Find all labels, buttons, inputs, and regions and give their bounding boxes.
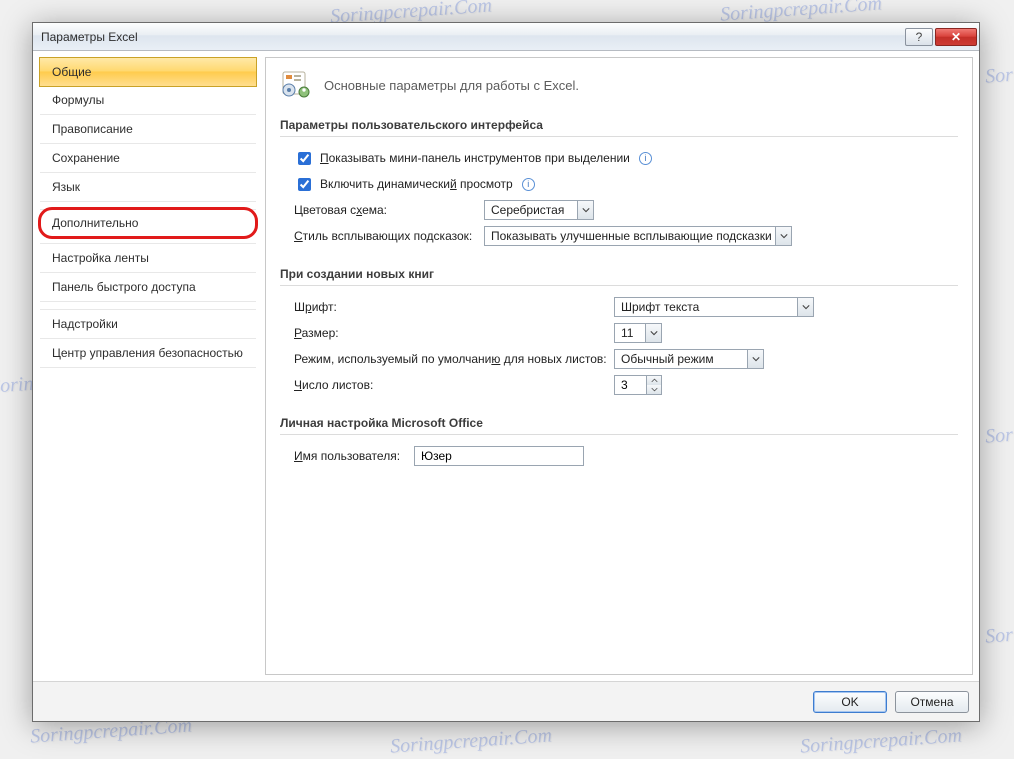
label-font: Шрифт: (294, 300, 614, 314)
sidebar-item-quick-access[interactable]: Панель быстрого доступа (40, 273, 256, 302)
label-default-view: Режим, используемый по умолчанию для нов… (294, 352, 614, 366)
spinner-up-icon[interactable] (647, 376, 661, 385)
page-header: Основные параметры для работы с Excel. (280, 64, 958, 114)
input-username[interactable]: Юзер (414, 446, 584, 466)
ok-button[interactable]: OK (813, 691, 887, 713)
section-personal: Личная настройка Microsoft Office Имя по… (280, 412, 958, 467)
close-button[interactable]: ✕ (935, 28, 977, 46)
row-tooltip-style: Стиль всплывающих подсказок: Показывать … (294, 225, 958, 247)
page-title: Основные параметры для работы с Excel. (324, 78, 579, 93)
options-dialog: Параметры Excel ? ✕ Общие Формулы Правоп… (32, 22, 980, 722)
chevron-down-icon (645, 324, 661, 342)
sidebar-item-trust-center[interactable]: Центр управления безопасностью (40, 339, 256, 368)
row-size: Размер: 11 (294, 322, 958, 344)
combo-default-view[interactable]: Обычный режим (614, 349, 764, 369)
combo-font[interactable]: Шрифт текста (614, 297, 814, 317)
close-icon: ✕ (951, 30, 961, 44)
row-default-view: Режим, используемый по умолчанию для нов… (294, 348, 958, 370)
combo-tooltip-style[interactable]: Показывать улучшенные всплывающие подска… (484, 226, 792, 246)
row-sheets: Число листов: 3 (294, 374, 958, 396)
spinner-down-icon[interactable] (647, 385, 661, 394)
sidebar-item-save[interactable]: Сохранение (40, 144, 256, 173)
chk-live-preview-row: Включить динамический просмотр i (294, 173, 958, 195)
section-newbook: При создании новых книг Шрифт: Шрифт тек… (280, 263, 958, 396)
options-icon (280, 70, 314, 100)
help-button[interactable]: ? (905, 28, 933, 46)
label-tooltip-style: Стиль всплывающих подсказок: (294, 229, 484, 243)
spinner-sheets[interactable]: 3 (614, 375, 662, 395)
combo-tooltip-style-value: Показывать улучшенные всплывающие подска… (491, 229, 772, 243)
chevron-down-icon (577, 201, 593, 219)
sidebar-item-advanced[interactable]: Дополнительно (38, 207, 258, 239)
sidebar-item-general[interactable]: Общие (39, 57, 257, 87)
sidebar-item-proofing[interactable]: Правописание (40, 115, 256, 144)
row-username: Имя пользователя: Юзер (294, 445, 958, 467)
sidebar-separator (40, 302, 256, 310)
label-size: Размер: (294, 326, 614, 340)
sidebar-item-language[interactable]: Язык (40, 173, 256, 202)
window-title: Параметры Excel (41, 30, 903, 44)
combo-size-value: 11 (621, 326, 633, 340)
sidebar-item-addins[interactable]: Надстройки (40, 310, 256, 339)
section-ui-title: Параметры пользовательского интерфейса (280, 114, 958, 137)
sidebar-item-formulas[interactable]: Формулы (40, 86, 256, 115)
chevron-down-icon (747, 350, 763, 368)
label-sheets: Число листов: (294, 378, 614, 392)
titlebar[interactable]: Параметры Excel ? ✕ (33, 23, 979, 51)
chk-live-preview[interactable] (298, 178, 311, 191)
dialog-body: Общие Формулы Правописание Сохранение Яз… (33, 51, 979, 681)
watermark: Soringpcrepair.Com (984, 54, 1014, 88)
watermark: Soringpcrepair.Com (799, 724, 962, 758)
watermark: Soringpcrepair.Com (984, 414, 1014, 448)
dialog-footer: OK Отмена (33, 681, 979, 721)
chk-mini-toolbar-label: ППоказывать мини-панель инструментов при… (320, 151, 630, 165)
combo-font-value: Шрифт текста (621, 300, 699, 314)
chevron-down-icon (797, 298, 813, 316)
input-username-value: Юзер (421, 449, 452, 463)
section-ui: Параметры пользовательского интерфейса П… (280, 114, 958, 247)
info-icon[interactable]: i (522, 178, 535, 191)
spinner-sheets-value: 3 (615, 376, 634, 394)
chk-mini-toolbar[interactable] (298, 152, 311, 165)
label-color-scheme: Цветовая схема: (294, 203, 484, 217)
help-icon: ? (916, 30, 923, 44)
section-personal-title: Личная настройка Microsoft Office (280, 412, 958, 435)
watermark: Soringpcrepair.Com (389, 724, 552, 758)
combo-color-scheme[interactable]: Серебристая (484, 200, 594, 220)
chevron-down-icon (775, 227, 791, 245)
combo-default-view-value: Обычный режим (621, 352, 714, 366)
chk-mini-toolbar-row: ППоказывать мини-панель инструментов при… (294, 147, 958, 169)
row-color-scheme: Цветовая схема: Серебристая (294, 199, 958, 221)
sidebar-item-customize-ribbon[interactable]: Настройка ленты (40, 244, 256, 273)
row-font: Шрифт: Шрифт текста (294, 296, 958, 318)
cancel-button[interactable]: Отмена (895, 691, 969, 713)
sidebar: Общие Формулы Правописание Сохранение Яз… (39, 57, 257, 675)
combo-color-scheme-value: Серебристая (491, 203, 564, 217)
watermark: Soringpcrepair.Com (984, 614, 1014, 648)
content-panel: Основные параметры для работы с Excel. П… (265, 57, 973, 675)
chk-live-preview-label: Включить динамический просмотр (320, 177, 513, 191)
label-username: Имя пользователя: (294, 449, 414, 463)
info-icon[interactable]: i (639, 152, 652, 165)
section-newbook-title: При создании новых книг (280, 263, 958, 286)
combo-size[interactable]: 11 (614, 323, 662, 343)
